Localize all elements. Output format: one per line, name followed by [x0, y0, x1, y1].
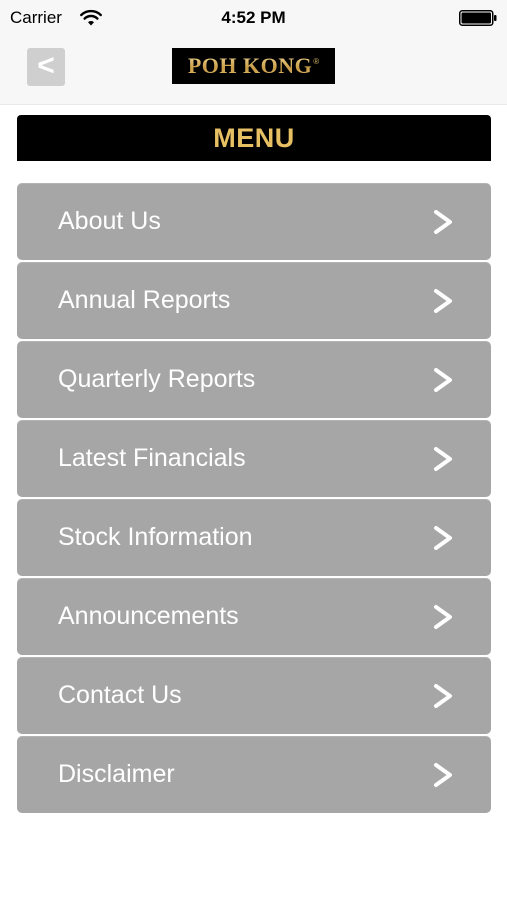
- navigation-bar: < POH KONG ®: [0, 36, 507, 105]
- back-chevron: <: [37, 48, 55, 82]
- menu-item-label: Stock Information: [58, 523, 253, 551]
- menu-item-label: Annual Reports: [58, 286, 231, 314]
- menu-item-annual-reports[interactable]: Annual Reports: [17, 262, 491, 339]
- chevron-right-icon: [434, 368, 452, 392]
- chevron-right-icon: [434, 289, 452, 313]
- menu-item-label: Latest Financials: [58, 444, 246, 472]
- logo-text: POH KONG: [187, 53, 313, 78]
- chevron-right-icon: [434, 684, 452, 708]
- menu-header: MENU: [17, 115, 491, 161]
- menu-item-label: About Us: [58, 207, 161, 235]
- menu-item-label: Disclaimer: [58, 760, 175, 788]
- menu-item-latest-financials[interactable]: Latest Financials: [17, 420, 491, 497]
- poh-kong-logo: POH KONG ®: [172, 48, 335, 84]
- menu-item-label: Contact Us: [58, 681, 182, 709]
- menu-item-disclaimer[interactable]: Disclaimer: [17, 736, 491, 813]
- chevron-right-icon: [434, 763, 452, 787]
- back-button[interactable]: <: [27, 48, 65, 86]
- menu-item-label: Quarterly Reports: [58, 365, 256, 393]
- chevron-right-icon: [434, 526, 452, 550]
- menu-item-about-us[interactable]: About Us: [17, 183, 491, 260]
- menu-title: MENU: [213, 122, 295, 153]
- chevron-right-icon: [434, 447, 452, 471]
- battery-icon: [459, 10, 497, 26]
- status-time: 4:52 PM: [221, 8, 286, 27]
- menu-list: About Us Annual Reports Quarterly Report…: [17, 183, 491, 815]
- menu-item-quarterly-reports[interactable]: Quarterly Reports: [17, 341, 491, 418]
- chevron-right-icon: [434, 210, 452, 234]
- menu-item-contact-us[interactable]: Contact Us: [17, 657, 491, 734]
- menu-item-stock-information[interactable]: Stock Information: [17, 499, 491, 576]
- status-bar: Carrier 4:52 PM: [0, 0, 507, 36]
- menu-item-announcements[interactable]: Announcements: [17, 578, 491, 655]
- registered-mark: ®: [313, 56, 320, 66]
- menu-item-label: Announcements: [58, 602, 239, 630]
- chevron-right-icon: [434, 605, 452, 629]
